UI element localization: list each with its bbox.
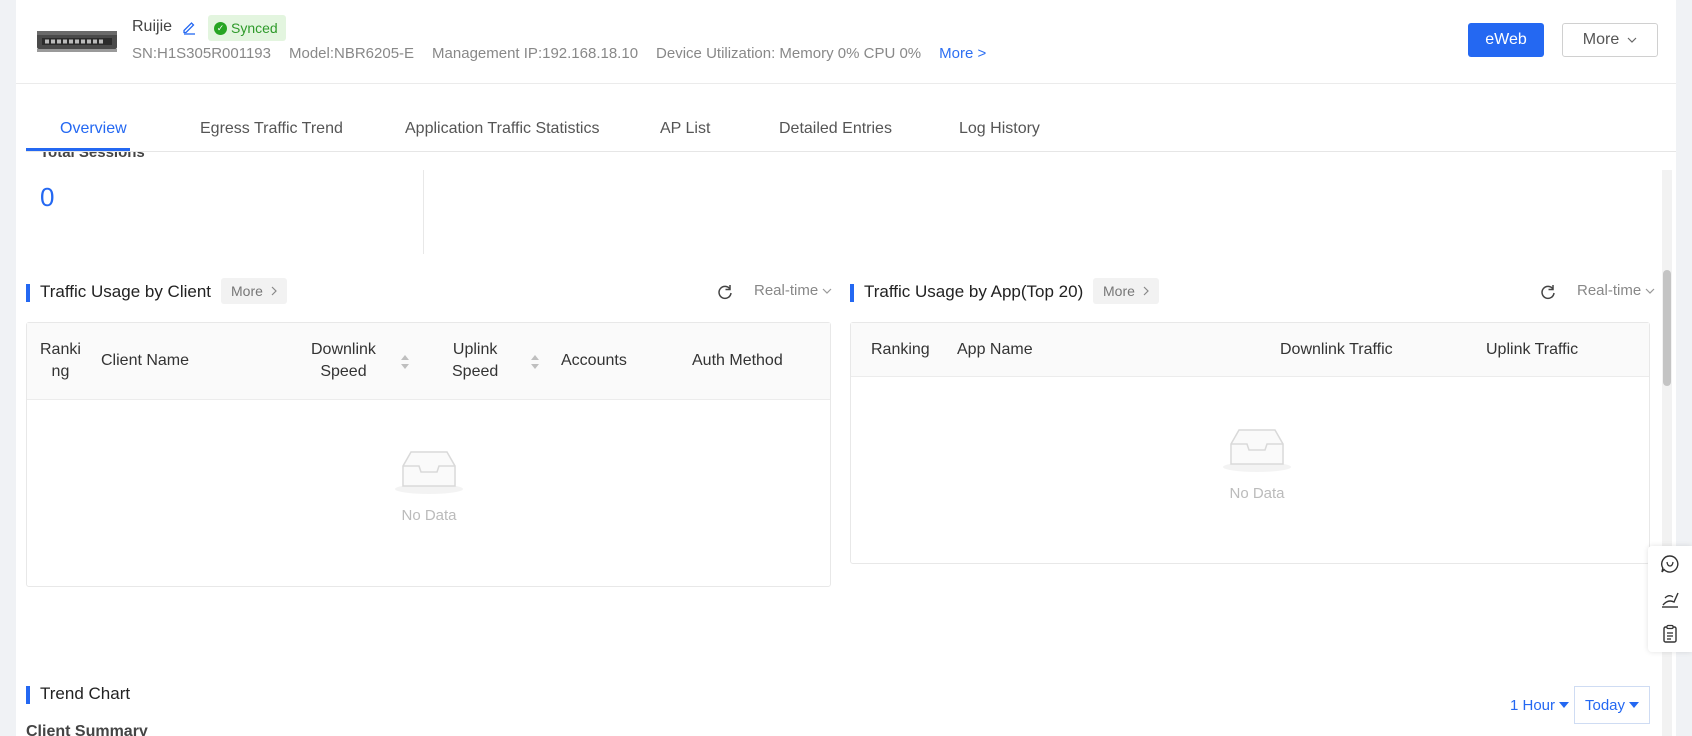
interval-value: 1 Hour (1510, 696, 1556, 714)
col-uplink-speed[interactable]: Uplink Speed (452, 339, 498, 383)
col-uplink-traffic: Uplink Traffic (1486, 341, 1579, 358)
floating-toolbar (1648, 546, 1692, 652)
chevron-down-icon (1645, 288, 1655, 294)
device-model: Model:NBR6205-E (288, 45, 415, 62)
more-dropdown-label: More (1582, 31, 1620, 48)
tab-application-traffic-statistics[interactable]: Application Traffic Statistics (405, 120, 599, 138)
status-badge-label: Synced (231, 20, 278, 36)
check-circle-icon: ✓ (214, 21, 227, 35)
col-client-name: Client Name (101, 352, 190, 369)
refresh-icon[interactable] (1539, 283, 1557, 301)
col-accounts: Accounts (561, 352, 627, 369)
tab-egress-traffic-trend[interactable]: Egress Traffic Trend (200, 120, 343, 138)
device-ip: Management IP:192.168.18.10 (432, 45, 639, 62)
col-downlink-line2: Speed (320, 363, 367, 380)
divider (423, 170, 424, 254)
empty-inbox-icon (395, 451, 463, 494)
col-ranking-line2: ng (51, 363, 70, 380)
app-traffic-more-label: More (1103, 283, 1135, 299)
col-ranking: Ranki ng (40, 339, 81, 383)
device-utilization: Device Utilization: Memory 0% CPU 0% (656, 45, 922, 62)
chevron-down-icon (1627, 37, 1637, 43)
total-sessions-value: 0 (40, 182, 55, 212)
more-dropdown-button[interactable]: More (1562, 23, 1658, 57)
empty-text: No Data (1229, 485, 1285, 502)
empty-inbox-icon (1223, 429, 1291, 472)
date-select[interactable]: Today (1574, 686, 1651, 724)
client-traffic-table-header: Ranki ng Client Name Downlink Speed Upli… (27, 323, 830, 400)
app-traffic-table: Ranking App Name Downlink Traffic Uplink… (850, 322, 1650, 564)
empty-text: No Data (401, 507, 457, 524)
overview-content: Total Sessions 0 Traffic Usage by Client… (16, 152, 1666, 736)
col-uplink-line2: Speed (452, 363, 499, 380)
client-traffic-table: Ranki ng Client Name Downlink Speed Upli… (26, 322, 831, 587)
tab-log-history[interactable]: Log History (959, 120, 1040, 138)
client-traffic-range-select[interactable]: Real-time (754, 282, 832, 299)
client-traffic-title: Traffic Usage by Client (26, 282, 211, 302)
feedback-pen-icon[interactable] (1660, 589, 1680, 609)
status-badge: ✓ Synced (208, 15, 286, 41)
client-traffic-more-button[interactable]: More (221, 278, 287, 304)
chevron-right-icon (271, 286, 277, 296)
total-sessions-label: Total Sessions (40, 152, 145, 161)
tab-ap-list[interactable]: AP List (660, 120, 710, 138)
device-detail-page: Ruijie ✓ Synced SN:H1S305R001193 Model:N… (16, 0, 1676, 736)
device-name: Ruijie (132, 18, 173, 35)
tab-overview[interactable]: Overview (60, 120, 127, 138)
caret-down-icon (1559, 702, 1570, 708)
device-meta: SN:H1S305R001193 Model:NBR6205-E Managem… (132, 45, 986, 62)
eweb-button[interactable]: eWeb (1468, 23, 1544, 57)
clipboard-icon[interactable] (1660, 624, 1680, 644)
client-summary-label: Client Summary (26, 723, 148, 736)
client-traffic-more-label: More (231, 283, 263, 299)
app-traffic-title: Traffic Usage by App(Top 20) (850, 282, 1083, 302)
col-uplink-line1: Uplink (452, 341, 498, 358)
col-ranking-line1: Ranki (40, 341, 81, 358)
app-traffic-range-select[interactable]: Real-time (1577, 282, 1655, 299)
device-sn: SN:H1S305R001193 (132, 45, 271, 62)
app-traffic-table-header: Ranking App Name Downlink Traffic Uplink… (851, 323, 1649, 377)
col-ranking: Ranking (871, 341, 930, 358)
trend-chart-title: Trend Chart (26, 684, 130, 704)
col-downlink-traffic: Downlink Traffic (1280, 341, 1393, 358)
client-traffic-range-value: Real-time (754, 282, 819, 299)
col-downlink-line1: Downlink (311, 341, 376, 358)
chevron-down-icon (822, 288, 832, 294)
col-downlink-speed[interactable]: Downlink Speed (311, 339, 376, 383)
tab-detailed-entries[interactable]: Detailed Entries (779, 120, 892, 138)
sort-icon[interactable] (530, 353, 540, 371)
scrollbar-thumb[interactable] (1663, 270, 1671, 386)
client-traffic-empty-state: No Data (384, 448, 474, 524)
chevron-right-icon (1143, 286, 1149, 296)
sort-icon[interactable] (400, 353, 410, 371)
router-device-icon (37, 31, 117, 52)
active-tab-indicator (26, 148, 130, 151)
app-traffic-empty-state: No Data (1212, 426, 1302, 502)
chat-bubble-icon[interactable] (1660, 554, 1680, 574)
device-header: Ruijie ✓ Synced SN:H1S305R001193 Model:N… (16, 0, 1676, 84)
col-app-name: App Name (957, 341, 1033, 358)
date-value: Today (1585, 696, 1626, 714)
interval-select[interactable]: 1 Hour (1499, 686, 1581, 724)
tab-bar: Overview Egress Traffic Trend Applicatio… (26, 84, 1676, 152)
caret-down-icon (1629, 702, 1640, 708)
app-traffic-range-value: Real-time (1577, 282, 1642, 299)
app-traffic-more-button[interactable]: More (1093, 278, 1159, 304)
edit-icon[interactable] (181, 19, 197, 35)
col-auth-method: Auth Method (692, 352, 783, 369)
refresh-icon[interactable] (716, 283, 734, 301)
device-more-link[interactable]: More > (939, 45, 986, 62)
